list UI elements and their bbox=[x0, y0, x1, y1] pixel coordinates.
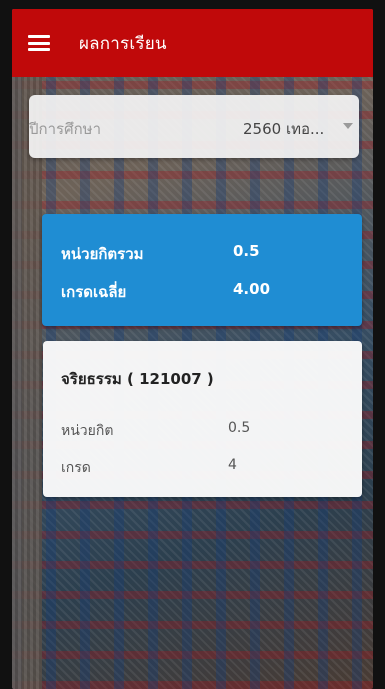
course-grade-label: เกรด bbox=[61, 460, 91, 476]
course-grade-value: 4 bbox=[228, 457, 237, 473]
gpa-value: 4.00 bbox=[233, 280, 271, 298]
total-credits-label: หน่วยกิตรวม bbox=[61, 245, 144, 263]
course-credits-value: 0.5 bbox=[228, 420, 251, 436]
course-card[interactable]: จริยธรรม ( 121007 ) หน่วยกิต 0.5 เกรด 4 bbox=[43, 341, 362, 497]
app-bar: ผลการเรียน bbox=[12, 9, 373, 77]
course-credits-label: หน่วยกิต bbox=[61, 423, 114, 439]
course-title: จริยธรรม ( 121007 ) bbox=[61, 370, 214, 388]
academic-year-select[interactable]: ปีการศึกษา 2560 เทอ... bbox=[29, 95, 359, 158]
page-title: ผลการเรียน bbox=[79, 33, 167, 54]
academic-year-label: ปีการศึกษา bbox=[29, 120, 101, 138]
app-screen: ผลการเรียน ปีการศึกษา 2560 เทอ... หน่วยก… bbox=[12, 9, 373, 689]
total-credits-value: 0.5 bbox=[233, 242, 260, 260]
gpa-label: เกรดเฉลี่ย bbox=[61, 283, 127, 301]
dropdown-caret-icon[interactable] bbox=[343, 123, 353, 129]
summary-card: หน่วยกิตรวม 0.5 เกรดเฉลี่ย 4.00 bbox=[42, 214, 362, 326]
hamburger-menu-icon[interactable] bbox=[28, 35, 50, 51]
academic-year-value: 2560 เทอ... bbox=[243, 120, 325, 138]
